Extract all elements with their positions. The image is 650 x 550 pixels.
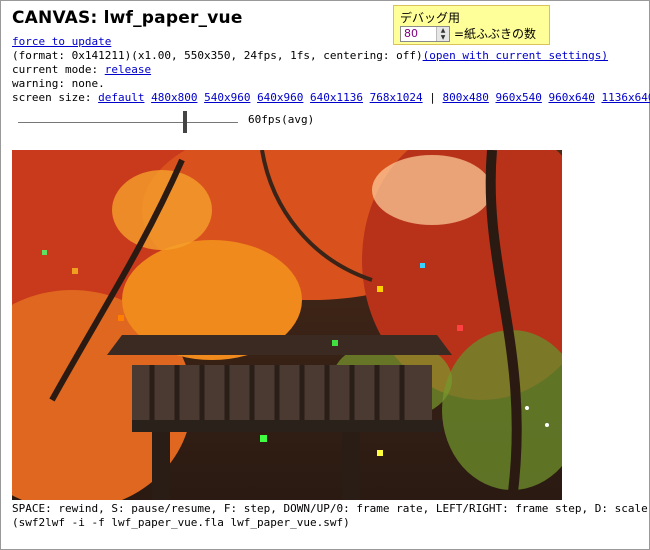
size-link-960x540[interactable]: 960x540 — [496, 91, 542, 104]
size-link-1136x640[interactable]: 1136x640 — [601, 91, 650, 104]
size-link-640x1136[interactable]: 640x1136 — [310, 91, 363, 104]
confetti-count-label: =紙ふぶきの数 — [454, 27, 537, 41]
force-update-link[interactable]: force to update — [12, 35, 111, 48]
size-link-540x960[interactable]: 540x960 — [204, 91, 250, 104]
fps-readout: 60fps(avg) — [248, 113, 315, 126]
fps-graph-thumb[interactable] — [183, 111, 187, 133]
size-link-768x1024[interactable]: 768x1024 — [370, 91, 423, 104]
stepper-arrows[interactable]: ▲ ▼ — [436, 27, 449, 41]
mode-line: current mode: release — [12, 63, 151, 77]
mode-release-link[interactable]: release — [105, 63, 151, 76]
warning-text: warning: none. — [12, 77, 105, 90]
confetti-count-stepper[interactable]: 80 ▲ ▼ — [400, 26, 450, 42]
fps-graph-slider[interactable] — [18, 110, 238, 134]
size-separator: | — [429, 91, 436, 104]
keyboard-help: SPACE: rewind, S: pause/resume, F: step,… — [12, 502, 650, 515]
lwf-canvas[interactable] — [12, 150, 562, 500]
size-link-800x480[interactable]: 800x480 — [443, 91, 489, 104]
open-settings-link[interactable]: (open with current settings) — [423, 49, 608, 62]
screen-size-line: screen size: default 480x800 540x960 640… — [12, 91, 650, 105]
debug-panel: デバッグ用 80 ▲ ▼ =紙ふぶきの数 — [393, 5, 550, 45]
fps-graph-track — [18, 122, 238, 123]
help-caption: SPACE: rewind, S: pause/resume, F: step,… — [12, 502, 650, 530]
format-text: (format: 0x141211)(x1.00, 550x350, 24fps… — [12, 49, 423, 62]
build-command: (swf2lwf -i -f lwf_paper_vue.fla lwf_pap… — [12, 516, 350, 529]
stepper-down-icon[interactable]: ▼ — [437, 34, 449, 41]
size-link-960x640[interactable]: 960x640 — [548, 91, 594, 104]
warning-line: warning: none. — [12, 77, 105, 91]
force-update-line: force to update — [12, 35, 111, 49]
page-title: CANVAS: lwf_paper_vue — [12, 8, 243, 28]
confetti-count-value[interactable]: 80 — [404, 27, 418, 41]
debug-title: デバッグ用 — [400, 11, 461, 25]
size-link-480x800[interactable]: 480x800 — [151, 91, 197, 104]
size-link-640x960[interactable]: 640x960 — [257, 91, 303, 104]
autumn-gate-scene — [12, 150, 562, 500]
screen-size-label: screen size: — [12, 91, 92, 104]
mode-label: current mode: — [12, 63, 99, 76]
size-link-default[interactable]: default — [98, 91, 144, 104]
stepper-up-icon[interactable]: ▲ — [437, 27, 449, 34]
format-line: (format: 0x141211)(x1.00, 550x350, 24fps… — [12, 49, 608, 63]
